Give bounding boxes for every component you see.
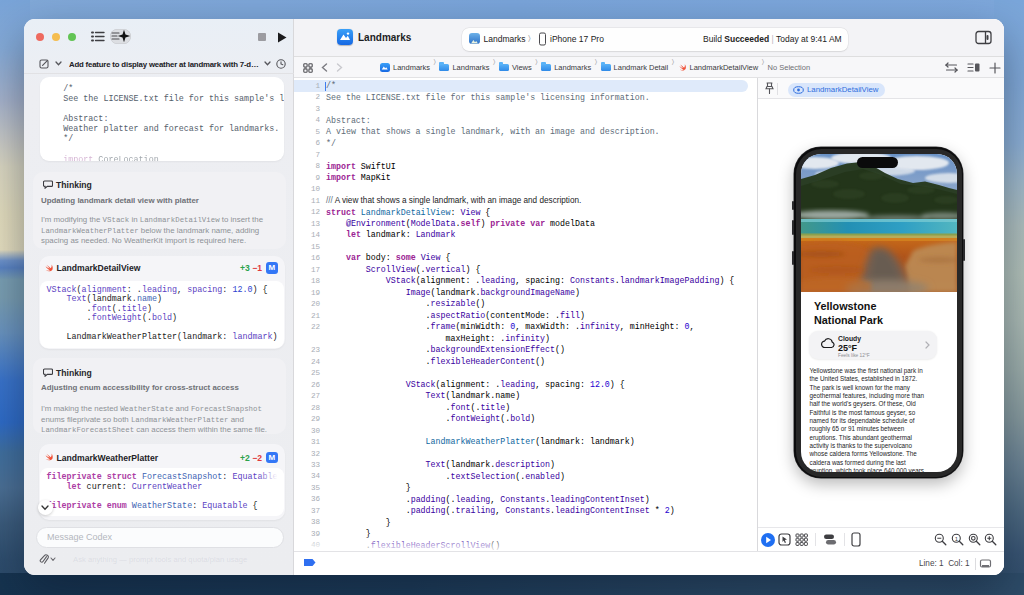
svg-text:1: 1 [955, 536, 959, 542]
